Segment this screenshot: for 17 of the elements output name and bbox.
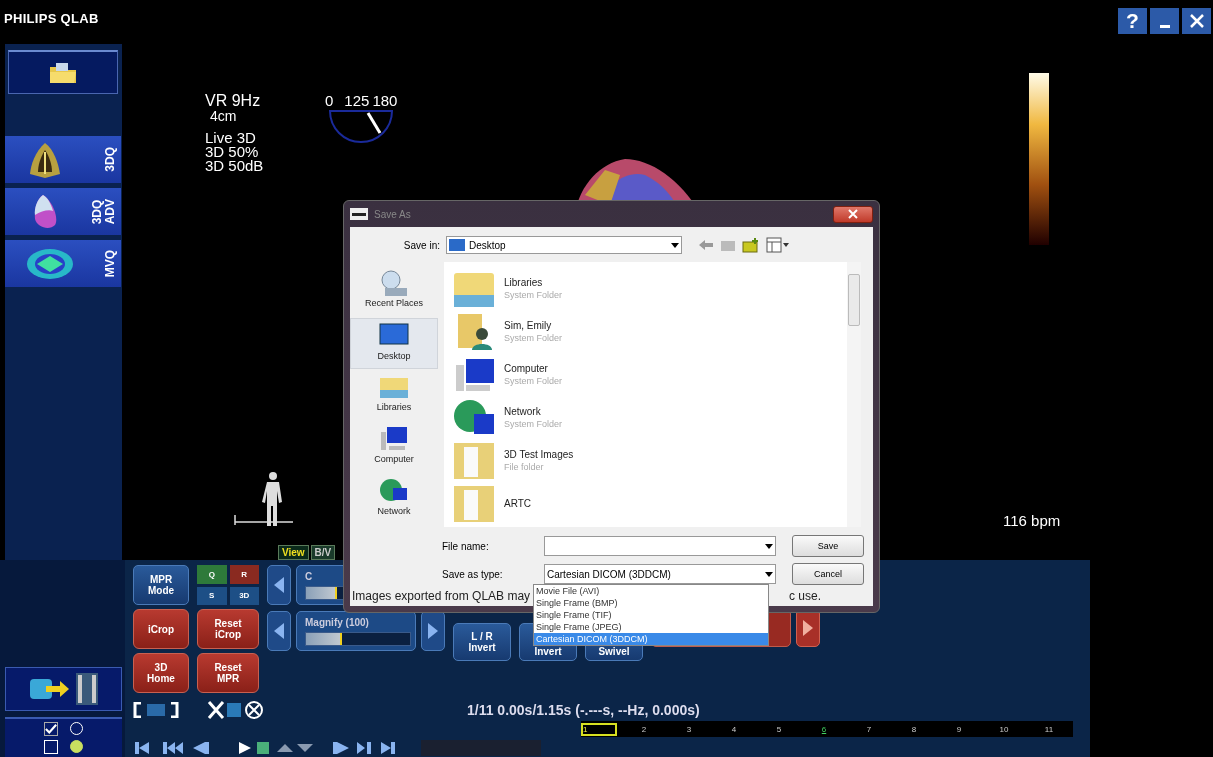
heart-rate: 116 bpm <box>1003 512 1061 529</box>
file-name-label: File name: <box>442 540 490 552</box>
export-notice-end: c use. <box>789 589 821 603</box>
frame-status: 1/11 0.00s/1.15s (-.---s, --Hz, 0.000s) <box>467 702 700 718</box>
app-logo: PHILIPS QLAB <box>3 10 100 28</box>
scan-parameter: 4cm <box>209 109 238 123</box>
save-in-label: Save in: <box>402 239 440 251</box>
export-notice: Images exported from QLAB may <box>352 589 531 603</box>
scan-parameter: VR 9Hz <box>205 92 262 109</box>
scan-parameter: Live 3D <box>205 131 257 145</box>
dialog-title: Save As <box>374 208 412 220</box>
gauge-label: 180 <box>372 92 398 109</box>
scan-parameter: 3D 50% <box>205 145 260 159</box>
save-type-label: Save as type: <box>442 568 504 580</box>
gauge-label: 125 <box>344 92 370 109</box>
scan-parameter: 3D 50dB <box>205 159 264 173</box>
gauge-label: 0 <box>325 92 334 109</box>
